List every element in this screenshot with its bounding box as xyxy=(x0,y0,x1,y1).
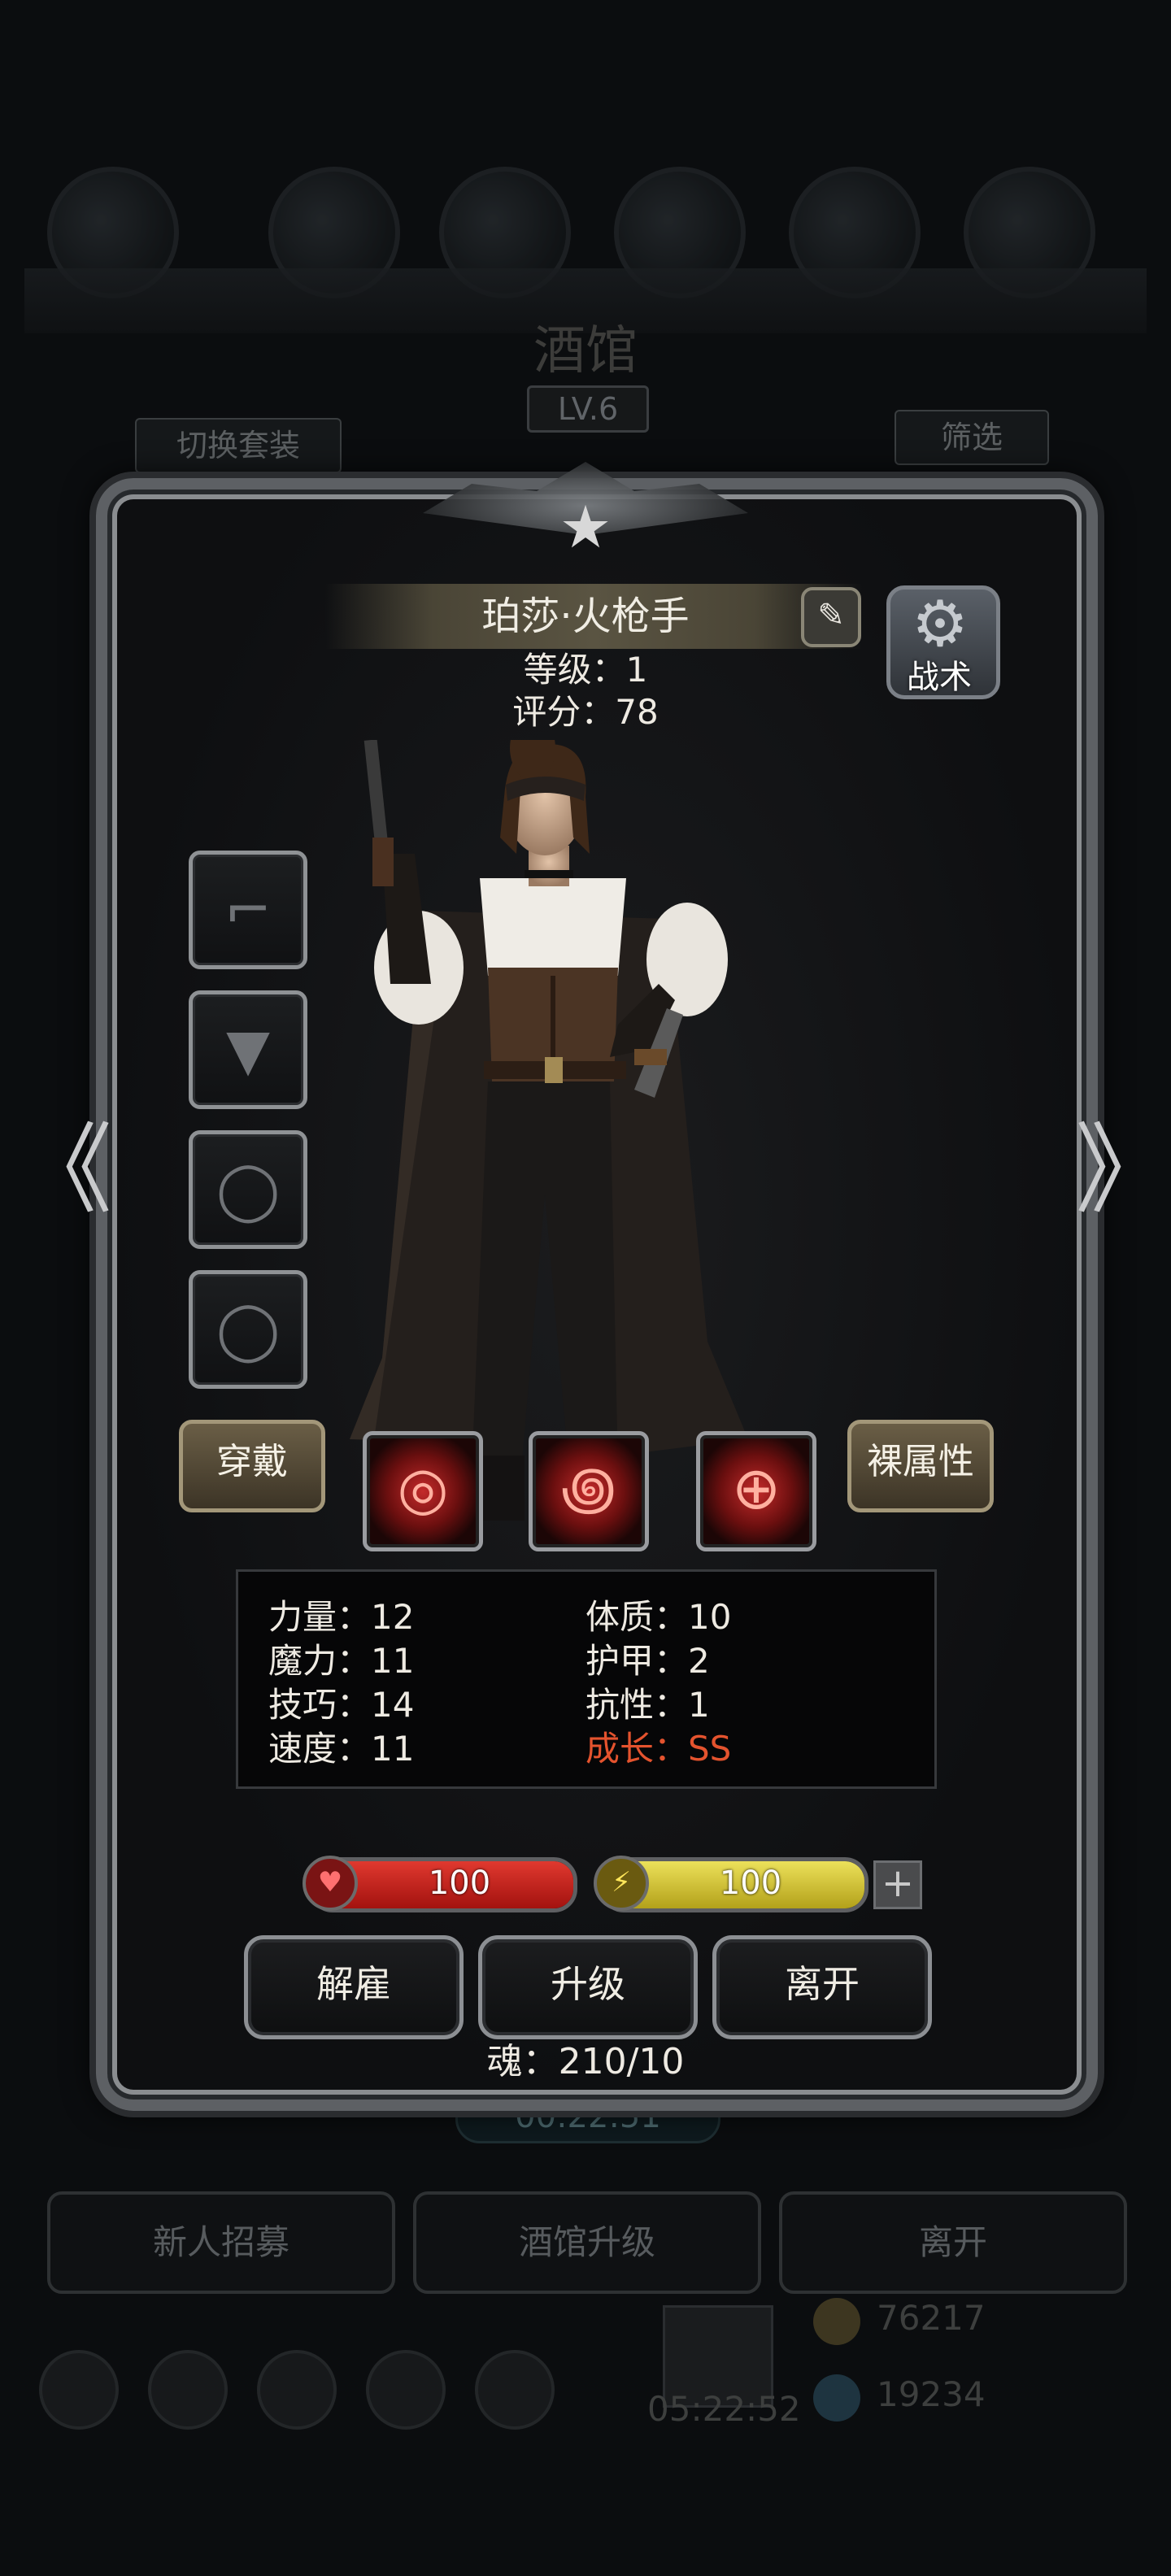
ring-icon: ◯ xyxy=(215,1296,281,1363)
stat-constitution: 体质：10 xyxy=(586,1597,732,1637)
previous-hero-arrow-icon[interactable]: 《 xyxy=(15,1122,112,1220)
tactics-label: 战术 xyxy=(907,659,972,696)
add-energy-button[interactable]: + xyxy=(873,1860,922,1909)
gift-timer: 05:22:52 xyxy=(647,2389,801,2429)
hero-score: 评分：78 xyxy=(512,692,659,732)
stat-skill: 技巧：14 xyxy=(268,1685,415,1725)
switch-outfit-button: 切换套装 xyxy=(135,418,342,473)
swirl-icon: ꩜ xyxy=(560,1454,617,1522)
stat-armor: 护甲：2 xyxy=(586,1641,710,1681)
gem-icon xyxy=(813,2374,860,2422)
upgrade-button[interactable]: 升级 xyxy=(478,1935,698,2039)
tavern-upgrade-button: 酒馆升级 xyxy=(413,2191,761,2294)
heart-icon: ♥ xyxy=(303,1856,358,1911)
stat-growth: 成长：SS xyxy=(586,1729,732,1769)
recruit-button: 新人招募 xyxy=(47,2191,395,2294)
leave-button[interactable]: 离开 xyxy=(712,1935,932,2039)
edit-name-button[interactable]: ✎ xyxy=(801,587,861,647)
target-icon: ◎ xyxy=(397,1454,449,1522)
edit-icon: ✎ xyxy=(817,597,845,634)
weapon-slot[interactable]: ⌐ xyxy=(189,851,307,969)
stat-speed: 速度：11 xyxy=(268,1729,415,1769)
menu-icon-2 xyxy=(148,2350,228,2430)
skill-slot-1[interactable]: ◎ xyxy=(363,1431,483,1551)
dismiss-button[interactable]: 解雇 xyxy=(244,1935,464,2039)
base-attributes-button[interactable]: 裸属性 xyxy=(847,1420,994,1512)
crosshair-icon: ⊕ xyxy=(731,1454,781,1522)
hero-level: 等级：1 xyxy=(523,650,648,690)
stat-strength: 力量：12 xyxy=(268,1597,415,1637)
lightning-icon: ⚡ xyxy=(594,1856,649,1911)
tavern-leave-button: 离开 xyxy=(779,2191,1127,2294)
menu-icon-5 xyxy=(475,2350,555,2430)
equip-button[interactable]: 穿戴 xyxy=(179,1420,325,1512)
ring-slot-2[interactable]: ◯ xyxy=(189,1270,307,1389)
gold-coin-icon xyxy=(813,2298,860,2345)
tavern-title: 酒馆 xyxy=(533,321,638,381)
stat-magic: 魔力：11 xyxy=(268,1641,415,1681)
hp-value: 100 xyxy=(428,1865,491,1902)
menu-icon-3 xyxy=(257,2350,337,2430)
skill-slot-3[interactable]: ⊕ xyxy=(696,1431,816,1551)
tavern-level-badge: LV.6 xyxy=(527,385,649,433)
ring-icon: ◯ xyxy=(215,1156,281,1223)
menu-icon-1 xyxy=(39,2350,119,2430)
star-icon: ★ xyxy=(559,493,612,561)
pistol-icon: ⌐ xyxy=(224,877,272,943)
menu-icon-4 xyxy=(366,2350,446,2430)
armor-icon: ▼ xyxy=(226,1016,270,1083)
gem-amount: 19234 xyxy=(877,2374,986,2414)
hero-name: 珀莎·火枪手 xyxy=(481,594,690,639)
energy-value: 100 xyxy=(719,1865,782,1902)
armor-slot[interactable]: ▼ xyxy=(189,990,307,1109)
gold-amount: 76217 xyxy=(877,2298,986,2338)
gear-icon: ⚙ xyxy=(912,588,969,661)
skill-slot-2[interactable]: ꩜ xyxy=(529,1431,649,1551)
soul-count: 魂：210/10 xyxy=(486,2041,685,2082)
ring-slot-1[interactable]: ◯ xyxy=(189,1130,307,1249)
filter-button: 筛选 xyxy=(895,410,1049,465)
stat-resistance: 抗性：1 xyxy=(586,1685,710,1725)
next-hero-arrow-icon[interactable]: 》 xyxy=(1075,1122,1171,1220)
hero-portrait xyxy=(350,740,748,1521)
